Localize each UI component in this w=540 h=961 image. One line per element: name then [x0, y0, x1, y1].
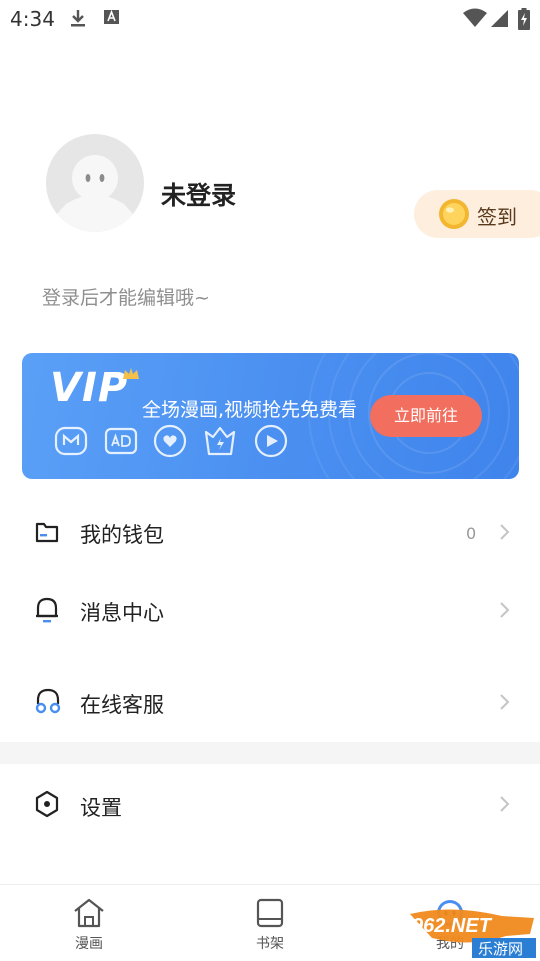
- menu-item-messages[interactable]: 消息中心: [0, 575, 540, 645]
- watermark-subtext: 乐游网: [478, 940, 523, 958]
- vip-logo: VIP: [50, 365, 129, 411]
- vip-slogan: 全场漫画,视频抢先免费看: [142, 399, 358, 421]
- ad-free-icon: [104, 427, 138, 455]
- settings-hexagon-icon: [35, 790, 59, 818]
- chevron-right-icon: [500, 694, 510, 710]
- a-notification-icon: [104, 9, 119, 24]
- crown-badge-icon: [204, 426, 236, 456]
- chevron-right-icon: [500, 602, 510, 618]
- nav-item-bookshelf[interactable]: 书架: [210, 885, 330, 961]
- menu-label-wallet: 我的钱包: [80, 523, 164, 547]
- checkin-button[interactable]: 签到: [414, 190, 540, 238]
- crown-icon: [123, 368, 139, 379]
- battery-charging-icon: [518, 8, 530, 30]
- chevron-right-icon: [500, 796, 510, 812]
- home-icon: [74, 898, 104, 928]
- headset-icon: [35, 688, 61, 714]
- watermark-text: 962.NET: [412, 915, 493, 937]
- section-divider: [0, 742, 540, 764]
- bell-icon: [36, 597, 58, 623]
- menu-label-messages: 消息中心: [80, 601, 164, 625]
- download-icon: [71, 10, 85, 27]
- play-icon: [254, 424, 288, 458]
- site-watermark-logo: 962.NET 乐游网: [410, 909, 536, 958]
- nav-label-bookshelf: 书架: [256, 936, 284, 952]
- avatar[interactable]: [46, 134, 144, 232]
- nav-item-comics[interactable]: 漫画: [29, 885, 149, 961]
- status-time: 4:34: [10, 7, 55, 31]
- wifi-icon: [463, 8, 487, 27]
- checkin-label: 签到: [477, 205, 517, 229]
- bookshelf-icon: [256, 898, 284, 928]
- chevron-right-icon: [500, 524, 510, 540]
- heart-icon: [153, 424, 187, 458]
- wallet-balance: 0: [466, 524, 477, 543]
- m-badge-icon: [54, 426, 88, 456]
- vip-banner[interactable]: VIP 全场漫画,视频抢先免费看 立即前往: [22, 353, 519, 479]
- wallet-icon: [35, 522, 59, 543]
- coin-icon: [439, 199, 469, 229]
- menu-label-customer-service: 在线客服: [80, 693, 164, 717]
- vip-go-button[interactable]: 立即前往: [370, 395, 482, 437]
- menu-item-customer-service[interactable]: 在线客服: [0, 667, 540, 737]
- login-hint: 登录后才能编辑哦~: [42, 287, 210, 309]
- menu-item-wallet[interactable]: 我的钱包 0: [0, 497, 540, 567]
- menu-label-settings: 设置: [80, 796, 122, 820]
- nav-label-comics: 漫画: [75, 936, 103, 952]
- signal-icon: [491, 10, 508, 27]
- menu-item-settings[interactable]: 设置: [0, 768, 540, 838]
- status-bar: 4:34: [0, 0, 540, 36]
- username[interactable]: 未登录: [161, 176, 236, 212]
- default-avatar-icon: [46, 155, 144, 232]
